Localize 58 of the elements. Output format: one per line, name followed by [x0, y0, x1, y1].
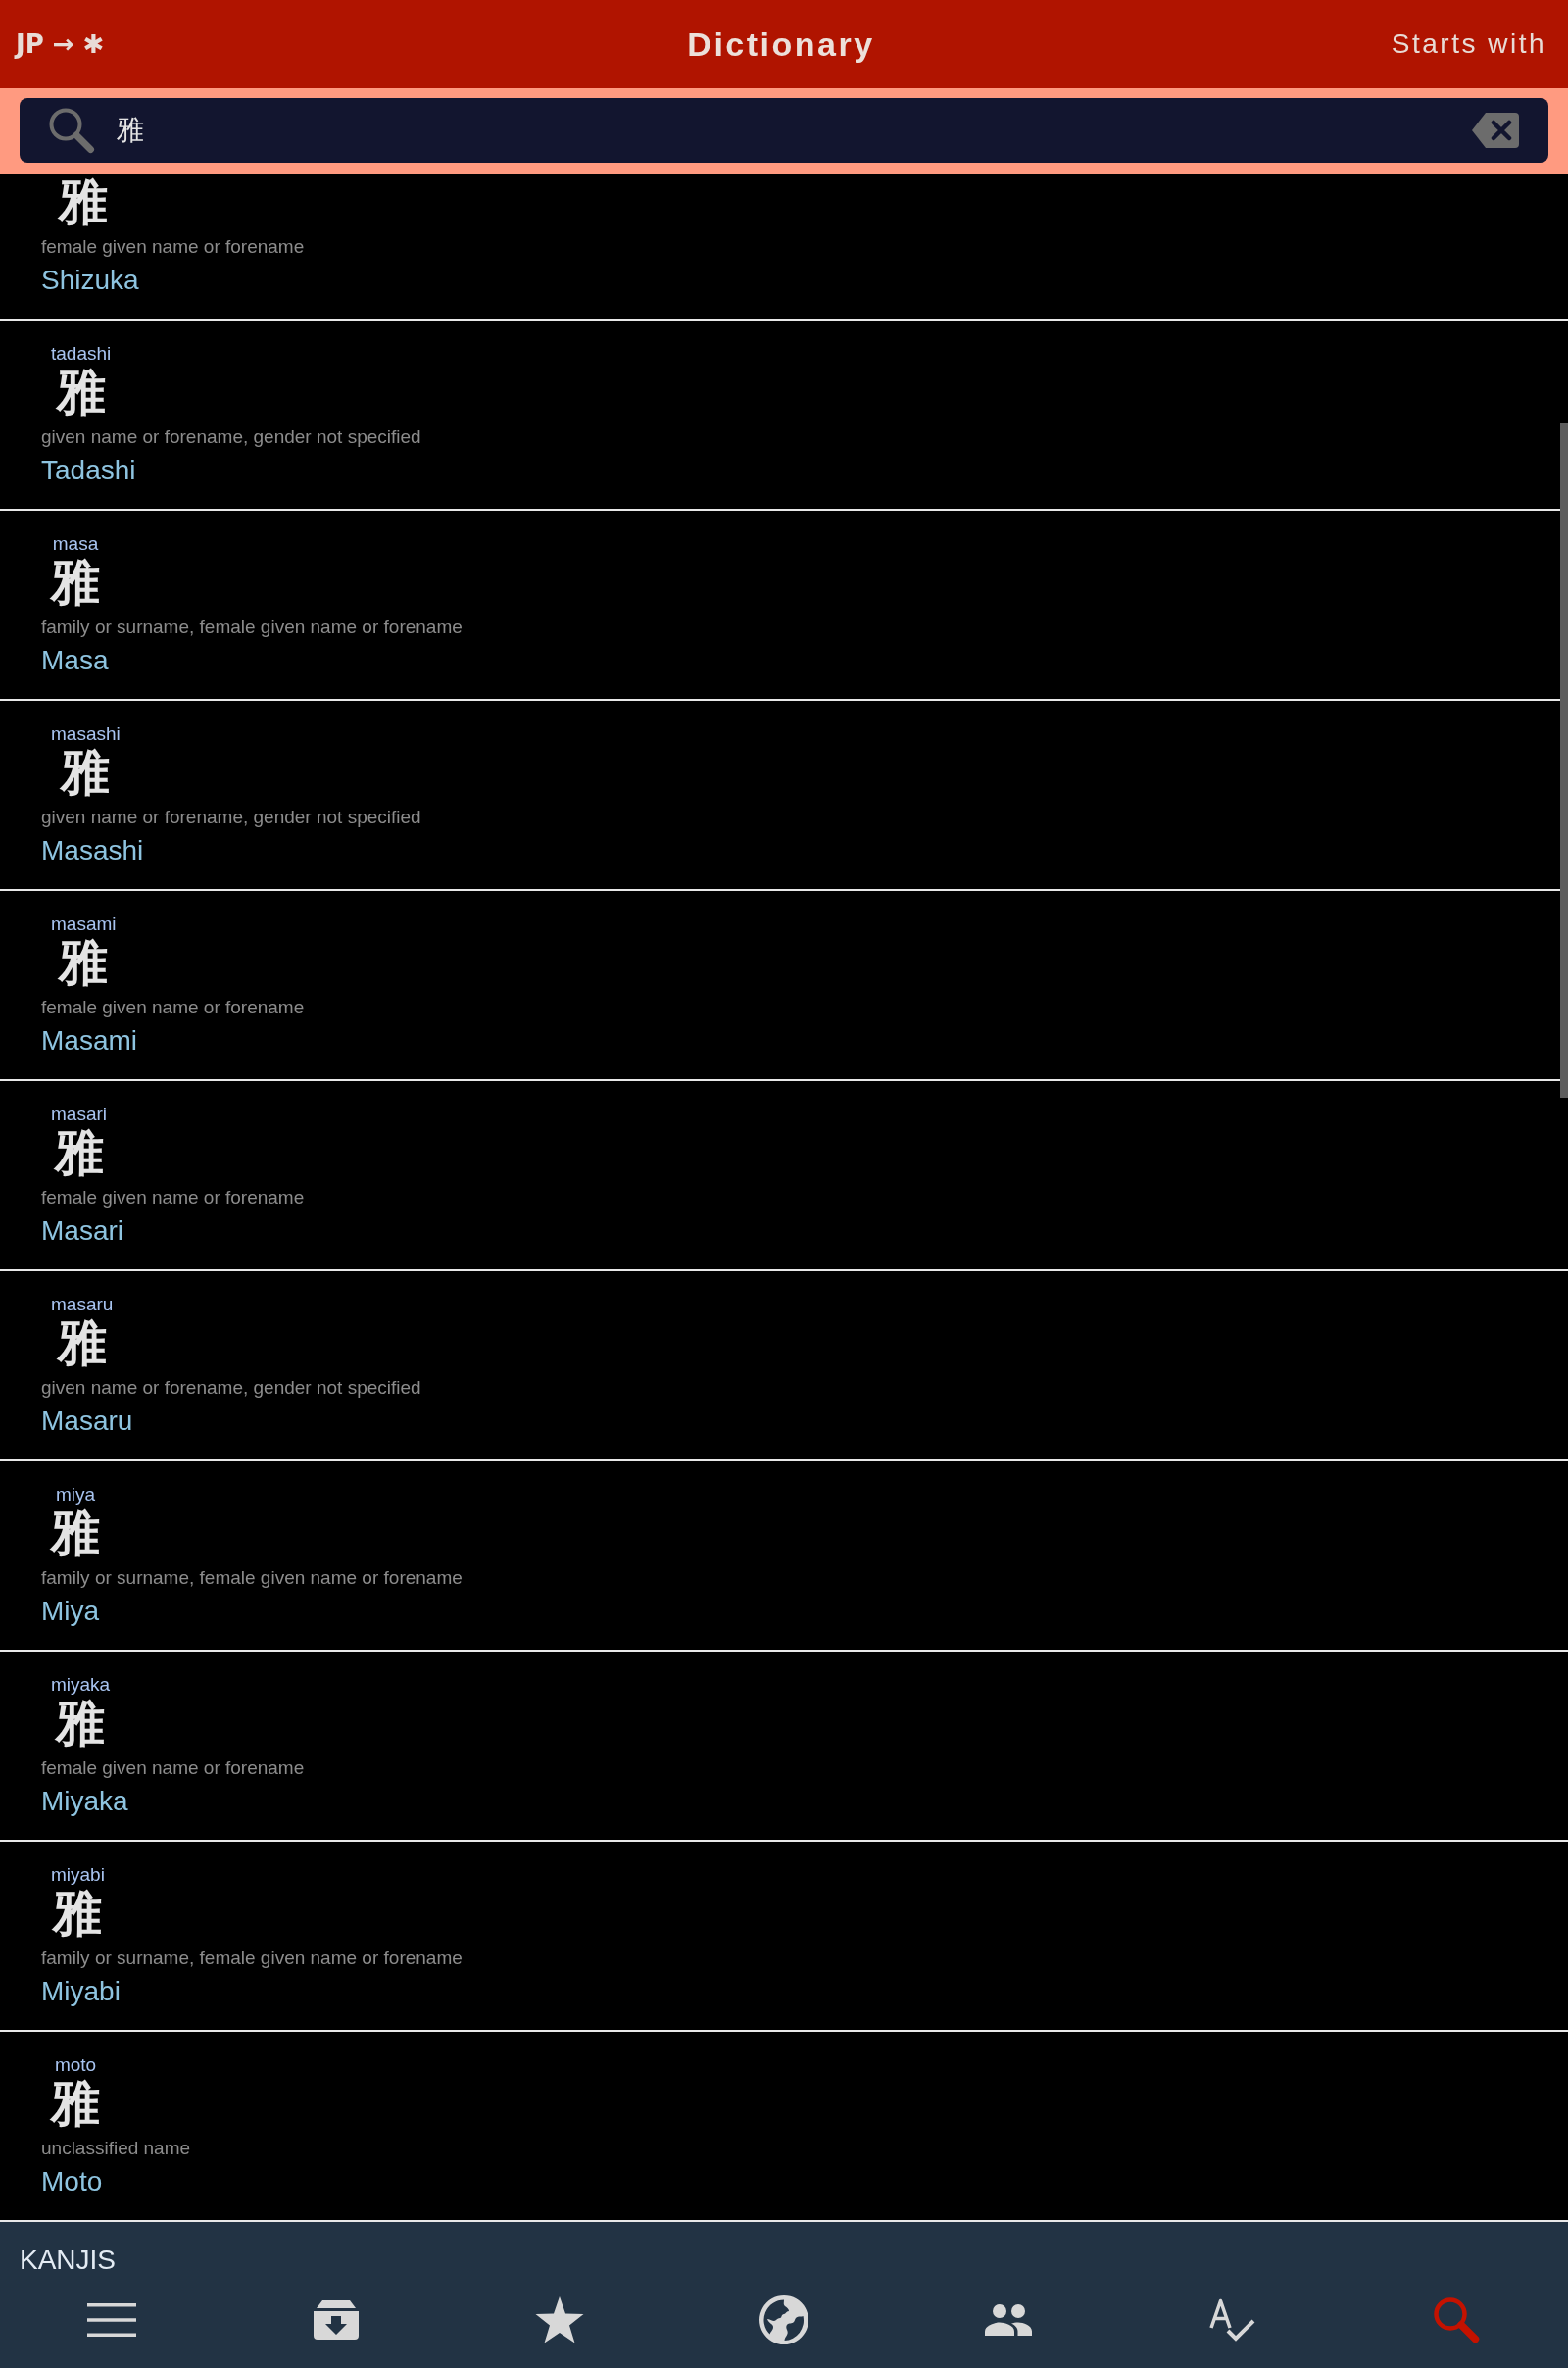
kanji-text: 雅 [51, 2076, 100, 2131]
reading-text: moto [54, 2054, 97, 2076]
kanji-text: 雅 [61, 745, 111, 800]
menu-icon [87, 2302, 137, 2338]
meaning-text: female given name or forename [41, 1186, 305, 1209]
meaning-text: family or surname, female given name or forename [41, 1947, 463, 1970]
kanji-text: 雅 [57, 1315, 107, 1370]
kanji-text: 雅 [59, 935, 109, 990]
reading-text: masa [52, 533, 99, 555]
archive-icon [311, 2300, 361, 2340]
reading-text: masari [51, 1104, 107, 1125]
reading-text: masaru [51, 1294, 114, 1315]
name-text: Moto [41, 2165, 103, 2198]
search-mode-button[interactable]: Starts with [1391, 28, 1546, 60]
globe-icon [760, 2295, 808, 2344]
name-text: Miyaka [41, 1785, 128, 1818]
reading-text: tadashi [51, 343, 112, 365]
kanji-text: 雅 [59, 174, 108, 229]
reading-text: miya [55, 1484, 96, 1505]
name-text: Masashi [41, 834, 144, 867]
name-text: Masaru [41, 1405, 133, 1438]
spellcheck-icon [1208, 2297, 1256, 2343]
kanji-text: 雅 [56, 365, 106, 419]
people-icon [984, 2304, 1032, 2336]
meaning-text: female given name or forename [41, 1756, 305, 1780]
clear-icon [1472, 113, 1519, 148]
meaning-text: given name or forename, gender not specified [41, 1376, 421, 1400]
clear-button[interactable] [1472, 113, 1519, 148]
kanji-text: 雅 [54, 1125, 104, 1180]
kanji-text: 雅 [51, 555, 100, 610]
star-icon [535, 2296, 585, 2343]
panel-title: KANJIS [20, 2244, 117, 2277]
name-text: Masa [41, 644, 109, 677]
meaning-text: female given name or forename [41, 235, 305, 259]
name-text: Masami [41, 1024, 137, 1058]
meaning-text: family or surname, female given name or forename [41, 616, 463, 639]
name-text: Shizuka [41, 264, 139, 297]
meaning-text: family or surname, female given name or forename [41, 1566, 463, 1590]
search-icon [1432, 2296, 1480, 2343]
name-text: Miyabi [41, 1975, 121, 2008]
app-title: Dictionary [687, 25, 875, 64]
kanji-text: 雅 [56, 1696, 106, 1751]
reading-text: masami [51, 913, 117, 935]
meaning-text: given name or forename, gender not specified [41, 806, 421, 829]
reading-text: masashi [51, 723, 121, 745]
name-text: Tadashi [41, 454, 136, 487]
kanji-text: 雅 [51, 1505, 100, 1560]
search-icon [48, 107, 95, 154]
meaning-text: given name or forename, gender not specified [41, 425, 421, 449]
reading-text: miyaka [51, 1674, 111, 1696]
direction-button[interactable]: JP → ✱ [16, 29, 105, 59]
meaning-text: female given name or forename [41, 996, 305, 1019]
meaning-text: unclassified name [41, 2137, 191, 2160]
kanji-text: 雅 [53, 1886, 103, 1941]
reading-text: miyabi [51, 1864, 105, 1886]
name-text: Masari [41, 1214, 123, 1248]
name-text: Miya [41, 1595, 100, 1628]
search-field[interactable]: 雅 [20, 98, 1548, 163]
